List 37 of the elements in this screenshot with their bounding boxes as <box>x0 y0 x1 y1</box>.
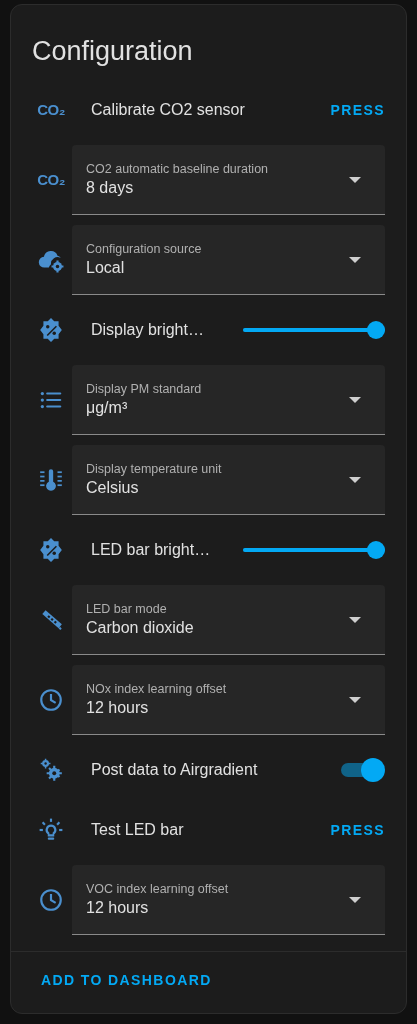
toggle-switch[interactable] <box>339 757 385 783</box>
entity-label: LED bar bright… <box>91 540 211 560</box>
caret-icon <box>349 476 361 483</box>
brightness-slider[interactable] <box>243 321 385 339</box>
brightness-slider[interactable] <box>243 541 385 559</box>
press-button[interactable]: PRESS <box>322 95 385 125</box>
entity-label: Display bright… <box>91 320 204 340</box>
caret-icon <box>349 396 361 403</box>
clock-icon <box>38 687 64 713</box>
co2-icon: CO₂ <box>37 98 65 122</box>
press-button[interactable]: PRESS <box>322 815 385 845</box>
entity-label: Test LED bar <box>91 820 184 840</box>
caret-icon <box>349 696 361 703</box>
select-field[interactable]: CO2 automatic baseline duration 8 days <box>72 145 385 215</box>
card-title: Configuration <box>31 35 194 67</box>
lightbulb-icon <box>38 817 64 843</box>
select-field[interactable]: Configuration source Local <box>72 225 385 295</box>
entity-label: Calibrate CO2 sensor <box>91 100 245 120</box>
select-field[interactable]: LED bar mode Carbon dioxide <box>72 585 385 655</box>
percent-badge-icon <box>38 317 64 343</box>
select-field[interactable]: Display PM standard μg/m³ <box>72 365 385 435</box>
entity-label: Post data to Airgradient <box>91 760 258 780</box>
gears-icon <box>38 757 64 783</box>
co2-icon: CO₂ <box>37 168 65 192</box>
select-field[interactable]: Display temperature unit Celsius <box>72 445 385 515</box>
caret-icon <box>349 896 361 903</box>
select-field[interactable]: NOx index learning offset 12 hours <box>72 665 385 735</box>
percent-badge-icon <box>38 537 64 563</box>
caret-icon <box>349 616 361 623</box>
select-field[interactable]: VOC index learning offset 12 hours <box>72 865 385 935</box>
add-to-dashboard-button[interactable]: ADD TO DASHBOARD <box>33 966 220 995</box>
thermometer-icon <box>38 467 64 493</box>
slider-thumb[interactable] <box>367 321 385 339</box>
slider-thumb[interactable] <box>367 541 385 559</box>
caret-icon <box>349 176 361 183</box>
clock-icon <box>38 887 64 913</box>
caret-icon <box>349 256 361 263</box>
